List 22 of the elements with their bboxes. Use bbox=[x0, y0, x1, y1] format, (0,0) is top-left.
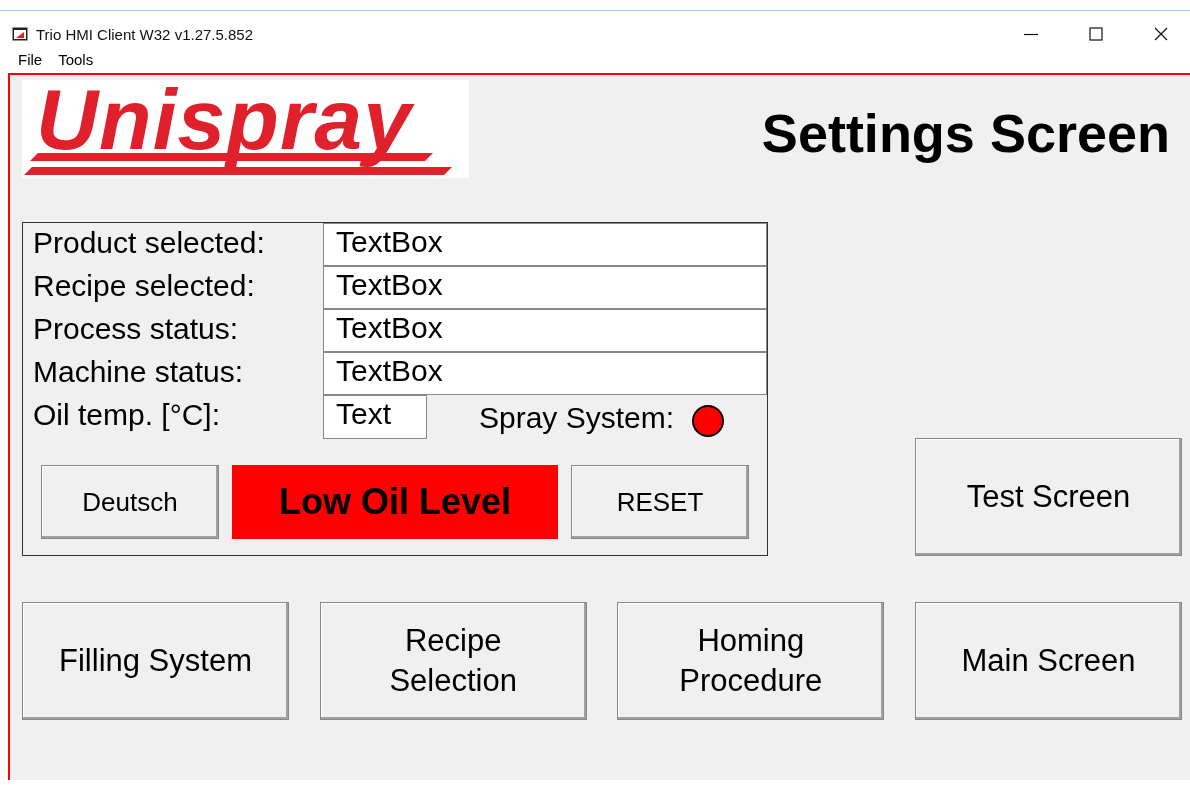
nav-button[interactable]: Recipe Selection bbox=[319, 602, 587, 720]
test-screen-button[interactable]: Test Screen bbox=[915, 438, 1182, 556]
field-label: Oil temp. [°C]: bbox=[32, 397, 222, 433]
close-icon[interactable] bbox=[1154, 27, 1168, 41]
field-label: Process status: bbox=[32, 311, 240, 347]
field-label: Product selected: bbox=[32, 225, 266, 261]
menu-item[interactable]: Tools bbox=[58, 51, 94, 68]
nav-button[interactable]: Homing Procedure bbox=[617, 602, 885, 720]
nav-button[interactable]: Filling System bbox=[22, 602, 289, 720]
language-button[interactable]: Deutsch bbox=[41, 465, 219, 539]
app-icon bbox=[12, 27, 28, 41]
alarm-banner: Low Oil Level bbox=[232, 465, 558, 539]
logo: Unispray bbox=[22, 80, 469, 178]
window-title: Trio HMI Client W32 v1.27.5.852 bbox=[36, 25, 254, 43]
field-label: Recipe selected: bbox=[32, 268, 256, 304]
field-label: Machine status: bbox=[32, 354, 245, 390]
menu-item[interactable]: File bbox=[18, 51, 43, 68]
reset-button[interactable]: RESET bbox=[571, 465, 749, 539]
maximize-icon[interactable] bbox=[1089, 27, 1103, 41]
nav-button[interactable]: Main Screen bbox=[914, 602, 1182, 720]
indicator-label: Spray System: bbox=[479, 401, 675, 435]
screen-title: Settings Screen bbox=[761, 102, 1170, 164]
